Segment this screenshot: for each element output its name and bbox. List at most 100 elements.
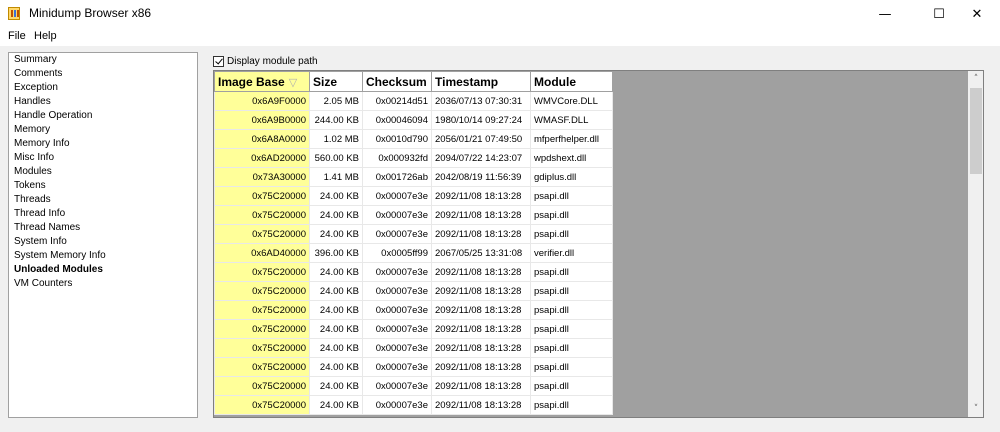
nav-item[interactable]: Handles <box>9 95 197 109</box>
cell-checksum: 0x00007e3e <box>362 224 432 244</box>
close-button[interactable]: ✕ <box>954 0 1000 28</box>
cell-size: 24.00 KB <box>309 281 363 301</box>
cell-checksum: 0x00007e3e <box>362 205 432 225</box>
table-row[interactable]: 0x75C20000 24.00 KB 0x00007e3e 2092/11/08 1… <box>214 205 613 225</box>
display-module-path-option[interactable]: Display module path <box>213 54 318 68</box>
cell-size: 1.02 MB <box>309 129 363 149</box>
column-header-checksum[interactable]: Checksum <box>362 71 432 92</box>
display-module-path-checkbox[interactable] <box>213 55 224 67</box>
nav-item[interactable]: Thread Info <box>9 207 197 221</box>
table-row[interactable]: 0x75C20000 24.00 KB 0x00007e3e 2092/11/08 1… <box>214 395 613 415</box>
cell-timestamp: 2092/11/08 18:13:28 <box>431 186 531 206</box>
cell-image-base: 0x75C20000 <box>214 395 310 415</box>
cell-checksum: 0x00007e3e <box>362 376 432 396</box>
nav-item[interactable]: Summary <box>9 53 197 67</box>
cell-image-base: 0x73A30000 <box>214 167 310 187</box>
table-row[interactable]: 0x75C20000 24.00 KB 0x00007e3e 2092/11/08 1… <box>214 357 613 377</box>
nav-item[interactable]: Thread Names <box>9 221 197 235</box>
cell-size: 24.00 KB <box>309 357 363 377</box>
table-row[interactable]: 0x75C20000 24.00 KB 0x00007e3e 2092/11/08 1… <box>214 300 613 320</box>
nav-item[interactable]: Memory Info <box>9 137 197 151</box>
cell-image-base: 0x6AD20000 <box>214 148 310 168</box>
cell-image-base: 0x75C20000 <box>214 300 310 320</box>
nav-item[interactable]: Memory <box>9 123 197 137</box>
nav-item[interactable]: System Info <box>9 235 197 249</box>
cell-checksum: 0x00007e3e <box>362 395 432 415</box>
table-row[interactable]: 0x75C20000 24.00 KB 0x00007e3e 2092/11/08 1… <box>214 281 613 301</box>
table-row[interactable]: 0x75C20000 24.00 KB 0x00007e3e 2092/11/08 1… <box>214 376 613 396</box>
nav-item[interactable]: Handle Operation <box>9 109 197 123</box>
cell-module: psapi.dll <box>530 224 613 244</box>
nav-item[interactable]: Misc Info <box>9 151 197 165</box>
table-row[interactable]: 0x73A30000 1.41 MB 0x001726ab 2042/08/19 11… <box>214 167 613 187</box>
table-row[interactable]: 0x6A9B0000 244.00 KB 0x00046094 1980/10/14 … <box>214 110 613 130</box>
cell-size: 2.05 MB <box>309 91 363 111</box>
cell-timestamp: 2092/11/08 18:13:28 <box>431 376 531 396</box>
table-row[interactable]: 0x6A9F0000 2.05 MB 0x00214d51 2036/07/13 07… <box>214 91 613 111</box>
nav-item[interactable]: Modules <box>9 165 197 179</box>
cell-checksum: 0x00007e3e <box>362 186 432 206</box>
cell-timestamp: 2067/05/25 13:31:08 <box>431 243 531 263</box>
cell-checksum: 0x00007e3e <box>362 281 432 301</box>
app-icon <box>8 7 20 20</box>
cell-image-base: 0x75C20000 <box>214 319 310 339</box>
scroll-up-icon[interactable]: ˄ <box>968 71 983 87</box>
nav-item[interactable]: System Memory Info <box>9 249 197 263</box>
cell-timestamp: 2092/11/08 18:13:28 <box>431 205 531 225</box>
cell-timestamp: 2094/07/22 14:23:07 <box>431 148 531 168</box>
cell-module: gdiplus.dll <box>530 167 613 187</box>
cell-checksum: 0x000932fd <box>362 148 432 168</box>
nav-item[interactable]: Threads <box>9 193 197 207</box>
nav-item[interactable]: VM Counters <box>9 277 197 291</box>
scroll-down-icon[interactable]: ˅ <box>968 401 983 417</box>
menu-file[interactable]: File <box>8 30 26 42</box>
minimize-button[interactable]: — <box>862 0 908 28</box>
cell-module: mfperfhelper.dll <box>530 129 613 149</box>
column-header-module[interactable]: Module <box>530 71 613 92</box>
table-row[interactable]: 0x6AD40000 396.00 KB 0x0005ff99 2067/05/25 … <box>214 243 613 263</box>
cell-checksum: 0x00007e3e <box>362 319 432 339</box>
cell-timestamp: 2092/11/08 18:13:28 <box>431 357 531 377</box>
table-row[interactable]: 0x75C20000 24.00 KB 0x00007e3e 2092/11/08 1… <box>214 186 613 206</box>
window-title: Minidump Browser x86 <box>29 6 152 20</box>
nav-item[interactable]: Exception <box>9 81 197 95</box>
column-header-size[interactable]: Size <box>309 71 363 92</box>
table-row[interactable]: 0x6AD20000 560.00 KB 0x000932fd 2094/07/22 … <box>214 148 613 168</box>
nav-item[interactable]: Unloaded Modules <box>9 263 197 277</box>
table-row[interactable]: 0x75C20000 24.00 KB 0x00007e3e 2092/11/08 1… <box>214 224 613 244</box>
table-row[interactable]: 0x6A8A0000 1.02 MB 0x0010d790 2056/01/21 07… <box>214 129 613 149</box>
nav-item[interactable]: Tokens <box>9 179 197 193</box>
scroll-thumb[interactable] <box>970 88 982 174</box>
cell-timestamp: 2042/08/19 11:56:39 <box>431 167 531 187</box>
cell-checksum: 0x0010d790 <box>362 129 432 149</box>
cell-timestamp: 2056/01/21 07:49:50 <box>431 129 531 149</box>
cell-image-base: 0x6A9B0000 <box>214 110 310 130</box>
cell-module: verifier.dll <box>530 243 613 263</box>
cell-module: psapi.dll <box>530 338 613 358</box>
nav-item[interactable]: Comments <box>9 67 197 81</box>
cell-timestamp: 2092/11/08 18:13:28 <box>431 262 531 282</box>
stream-list[interactable]: Summary Comments Exception Handles Handle Op… <box>8 52 198 418</box>
title-bar: Minidump Browser x86 — ☐ ✕ <box>0 0 1000 28</box>
column-header-image-base[interactable]: Image Base ▽ <box>214 71 310 92</box>
cell-image-base: 0x75C20000 <box>214 205 310 225</box>
vertical-scrollbar[interactable]: ˄ ˅ <box>968 71 983 417</box>
cell-size: 396.00 KB <box>309 243 363 263</box>
menu-bar: File Help <box>0 28 1000 46</box>
menu-help[interactable]: Help <box>34 30 57 42</box>
cell-size: 560.00 KB <box>309 148 363 168</box>
table-row[interactable]: 0x75C20000 24.00 KB 0x00007e3e 2092/11/08 1… <box>214 319 613 339</box>
cell-size: 24.00 KB <box>309 319 363 339</box>
cell-checksum: 0x00214d51 <box>362 91 432 111</box>
cell-checksum: 0x00007e3e <box>362 300 432 320</box>
cell-size: 24.00 KB <box>309 395 363 415</box>
cell-module: psapi.dll <box>530 262 613 282</box>
cell-size: 24.00 KB <box>309 205 363 225</box>
cell-image-base: 0x75C20000 <box>214 357 310 377</box>
cell-size: 24.00 KB <box>309 224 363 244</box>
column-header-timestamp[interactable]: Timestamp <box>431 71 531 92</box>
table-row[interactable]: 0x75C20000 24.00 KB 0x00007e3e 2092/11/08 1… <box>214 262 613 282</box>
cell-checksum: 0x00007e3e <box>362 262 432 282</box>
cell-module: psapi.dll <box>530 357 613 377</box>
table-row[interactable]: 0x75C20000 24.00 KB 0x00007e3e 2092/11/08 1… <box>214 338 613 358</box>
